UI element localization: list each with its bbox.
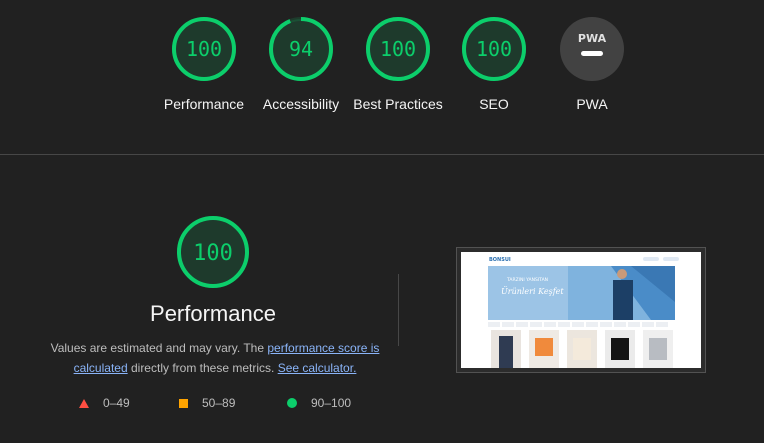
performance-gauge: 100 — [176, 215, 250, 294]
circle-icon — [287, 398, 297, 408]
gauge-label: Best Practices — [353, 96, 443, 112]
pwa-badge-text: PWA — [578, 32, 607, 45]
gauge-score: 100 — [186, 37, 222, 61]
legend-range: 50–89 — [202, 396, 236, 410]
performance-score: 100 — [193, 241, 233, 266]
section-divider — [0, 154, 764, 155]
gauge-seo[interactable]: 100 SEO — [444, 16, 544, 114]
triangle-icon — [79, 398, 89, 408]
gauge-label: SEO — [479, 96, 509, 112]
gauge-performance[interactable]: 100 Performance — [154, 16, 254, 114]
dash-icon — [581, 51, 603, 56]
legend-average: 50–89 — [179, 396, 235, 410]
legend-range: 0–49 — [103, 396, 130, 410]
performance-title: Performance — [150, 301, 276, 326]
gauge-pwa[interactable]: PWA PWA — [542, 16, 642, 114]
screenshot-brand: BONSUI — [489, 257, 511, 263]
gauge-label: PWA — [576, 96, 608, 112]
square-icon — [179, 398, 188, 408]
desc-text-1: Values are estimated and may vary. The — [50, 341, 268, 355]
performance-description: Values are estimated and may vary. The p… — [50, 338, 380, 378]
screenshot-image: BONSUI TARZINI YANSITAN Ürünleri Keşfet — [461, 252, 701, 368]
gauge-ring: 94 — [269, 17, 333, 81]
desc-text-2: directly from these metrics. — [127, 361, 278, 375]
gauge-score: 100 — [476, 37, 512, 61]
gauge-accessibility[interactable]: 94 Accessibility — [251, 16, 351, 114]
hero-line-2: Ürünleri Keşfet — [501, 287, 564, 296]
score-gauges: 100 Performance 94 Accessibility 100 Bes… — [0, 0, 764, 155]
legend-pass: 90–100 — [287, 396, 351, 410]
gauge-label: Accessibility — [262, 96, 340, 112]
gauge-best-practices[interactable]: 100 Best Practices — [348, 16, 448, 114]
pwa-badge-icon: PWA — [560, 17, 624, 81]
see-calculator-link[interactable]: See calculator. — [278, 361, 357, 375]
legend-fail: 0–49 — [79, 396, 130, 410]
gauge-score: 100 — [380, 37, 416, 61]
gauge-label: Performance — [163, 96, 245, 112]
gauge-ring: 100 — [172, 17, 236, 81]
hero-line-1: TARZINI YANSITAN — [506, 277, 548, 283]
score-legend: 0–49 50–89 90–100 — [0, 396, 420, 412]
gauge-ring: 100 — [366, 17, 430, 81]
legend-range: 90–100 — [311, 396, 352, 410]
vertical-divider — [398, 274, 399, 346]
gauge-score: 94 — [289, 37, 313, 61]
gauge-ring: 100 — [177, 216, 249, 288]
final-screenshot[interactable]: BONSUI TARZINI YANSITAN Ürünleri Keşfet — [456, 247, 706, 373]
gauge-ring: 100 — [462, 17, 526, 81]
